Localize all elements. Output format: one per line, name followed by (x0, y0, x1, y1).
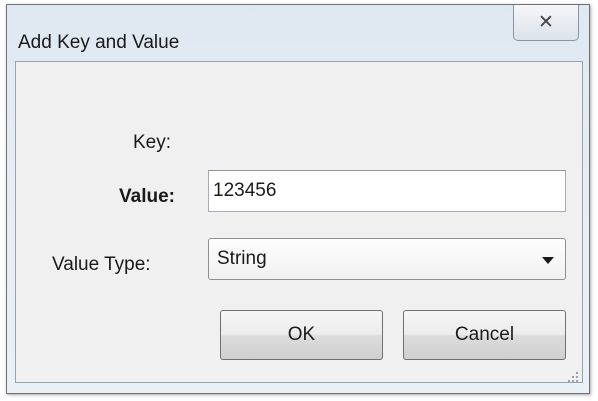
add-key-value-dialog: Add Key and Value ✕ Key: Value: 123456 V… (6, 4, 590, 394)
dialog-body: Key: Value: 123456 Value Type: String OK… (15, 61, 583, 383)
cancel-button[interactable]: Cancel (403, 310, 566, 360)
close-button[interactable]: ✕ (513, 5, 579, 41)
value-type-select[interactable]: String (208, 238, 566, 280)
ok-button[interactable]: OK (220, 310, 383, 360)
resize-grip-icon[interactable] (567, 371, 579, 383)
value-input[interactable]: 123456 (208, 170, 566, 212)
key-label: Key: (133, 132, 172, 153)
value-type-label: Value Type: (52, 254, 151, 275)
dialog-title: Add Key and Value (18, 32, 180, 53)
chevron-down-icon[interactable] (542, 257, 554, 264)
value-type-selected: String (217, 248, 267, 269)
close-icon: ✕ (538, 12, 554, 33)
value-label: Value: (119, 186, 175, 207)
